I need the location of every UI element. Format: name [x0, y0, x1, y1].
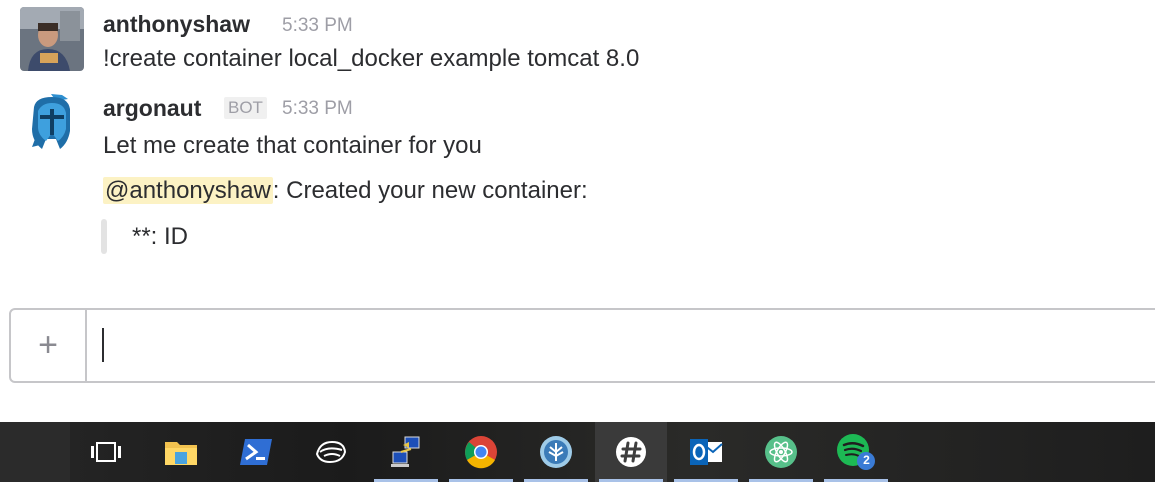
- message-text: !create container local_docker example t…: [103, 45, 640, 72]
- user-mention[interactable]: @anthonyshaw: [103, 177, 273, 204]
- app-tree-icon: [539, 435, 573, 469]
- slack-button[interactable]: [595, 422, 667, 482]
- message-timestamp[interactable]: 5:33 PM: [282, 98, 353, 120]
- avatar-anthonyshaw[interactable]: [20, 7, 84, 71]
- attachment-bar: [101, 219, 107, 254]
- message-author[interactable]: anthonyshaw: [103, 11, 250, 38]
- message-anthonyshaw: anthonyshaw 5:33 PM !create container lo…: [0, 0, 1155, 80]
- spotify-icon: 2: [836, 433, 876, 471]
- task-view-button[interactable]: [70, 422, 142, 482]
- slack-icon: [614, 435, 648, 469]
- outlook-icon: [689, 437, 723, 467]
- tree-app-button[interactable]: [520, 422, 592, 482]
- outlook-button[interactable]: [670, 422, 742, 482]
- mouse-app-button[interactable]: [295, 422, 367, 482]
- file-explorer-icon: [164, 438, 198, 466]
- message-timestamp[interactable]: 5:33 PM: [282, 15, 353, 37]
- taskbar-search-area[interactable]: [0, 422, 70, 482]
- windows-taskbar: 2: [0, 422, 1155, 482]
- bot-badge: BOT: [224, 97, 267, 119]
- mention-followup-text: : Created your new container:: [272, 177, 588, 204]
- powershell-button[interactable]: [220, 422, 292, 482]
- chrome-icon: [464, 435, 498, 469]
- message-text-mention: @anthonyshaw: Created your new container…: [103, 177, 588, 205]
- avatar-argonaut-bot[interactable]: [22, 91, 80, 155]
- attach-plus-button[interactable]: +: [11, 310, 87, 381]
- atom-icon: [764, 435, 798, 469]
- powershell-icon: [239, 438, 273, 466]
- spotify-button[interactable]: 2: [820, 422, 892, 482]
- atom-button[interactable]: [745, 422, 817, 482]
- message-author[interactable]: argonaut: [103, 95, 201, 122]
- message-argonaut: argonaut BOT 5:33 PM Let me create that …: [0, 88, 1155, 268]
- notification-badge: 2: [863, 453, 870, 467]
- chrome-button[interactable]: [445, 422, 517, 482]
- network-app-icon: [389, 436, 423, 468]
- attachment-text: **: ID: [132, 223, 189, 250]
- message-input[interactable]: [101, 326, 1101, 362]
- mouse-app-icon: [314, 438, 348, 466]
- text-caret: [102, 328, 104, 362]
- network-app-button[interactable]: [370, 422, 442, 482]
- file-explorer-button[interactable]: [145, 422, 217, 482]
- message-text: Let me create that container for you: [103, 132, 482, 159]
- message-composer: +: [9, 308, 1155, 383]
- task-view-icon: [90, 441, 122, 463]
